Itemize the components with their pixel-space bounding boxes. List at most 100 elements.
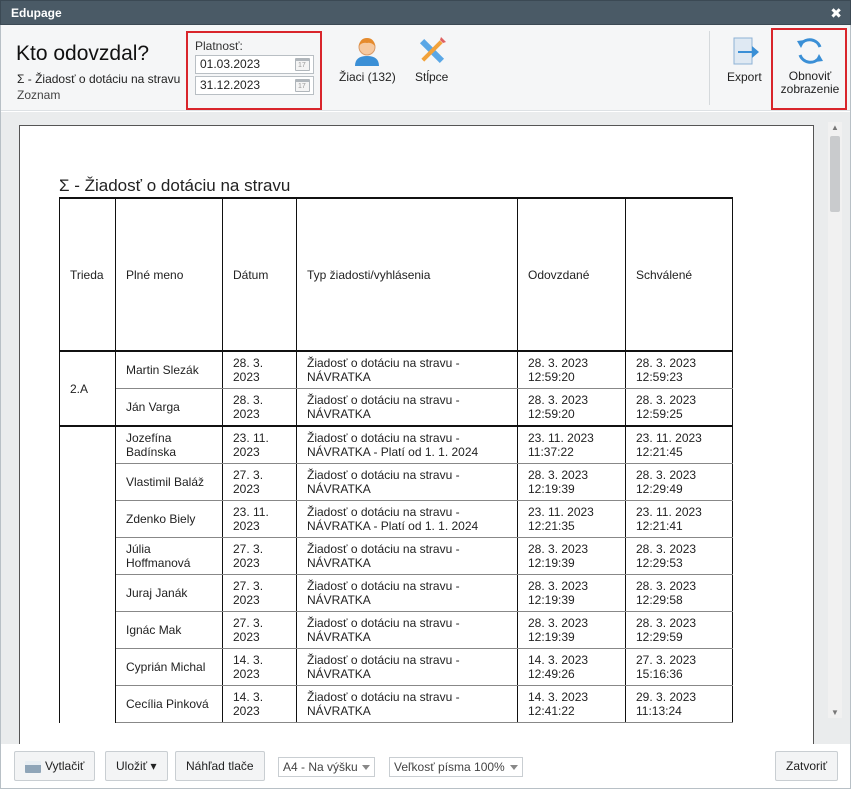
print-preview-button[interactable]: Náhľad tlače xyxy=(175,751,265,781)
cell-name: Jozefína Badínska xyxy=(115,425,223,464)
cell-date-line: 23. 11. xyxy=(233,505,269,519)
students-button[interactable]: Žiaci (132) xyxy=(339,35,396,84)
cell-type-line: NÁVRATKA xyxy=(307,667,371,681)
cell-type: Žiadosť o dotáciu na stravu - NÁVRATKA xyxy=(296,388,518,427)
cell-date: 27. 3. 2023 xyxy=(222,463,297,501)
paper-format-select[interactable]: A4 - Na výšku xyxy=(278,757,375,777)
cell-type-line: Žiadosť o dotáciu na stravu - xyxy=(307,393,460,407)
cell-approved-line: 15:16:36 xyxy=(636,667,683,681)
refresh-button-inner[interactable]: Obnoviť zobrazenie xyxy=(780,35,840,96)
table-row: Cecília Pinková 14. 3. 2023 Žiadosť o dotác… xyxy=(60,685,733,723)
save-button[interactable]: Uložiť ▾ xyxy=(105,751,168,781)
cell-submitted: 28. 3. 2023 12:59:20 xyxy=(517,350,626,389)
cell-name: Ján Varga xyxy=(115,388,223,427)
cell-name: Martin Slezák xyxy=(115,350,223,389)
cell-date-line: 2023 xyxy=(233,482,260,496)
cell-approved: 28. 3. 2023 12:29:53 xyxy=(625,537,733,575)
close-button[interactable]: Zatvoriť xyxy=(775,751,839,781)
cell-type-line: Žiadosť o dotáciu na stravu - xyxy=(307,653,460,667)
scrollbar-thumb[interactable] xyxy=(830,136,840,212)
cell-approved-line: 29. 3. 2023 xyxy=(636,690,697,704)
cell-date-line: 27. 3. xyxy=(233,579,264,593)
cell-type: Žiadosť o dotáciu na stravu - NÁVRATKA - … xyxy=(296,425,518,464)
cell-type-line: Žiadosť o dotáciu na stravu - xyxy=(307,690,460,704)
cell-date: 14. 3. 2023 xyxy=(222,685,297,723)
cell-date-line: 27. 3. xyxy=(233,542,264,556)
date-from-value: 01.03.2023 xyxy=(200,57,261,71)
cell-submitted-line: 23. 11. 2023 xyxy=(528,431,594,445)
toolbar: Kto odovzdal? Σ - Žiadosť o dotáciu na s… xyxy=(1,25,850,111)
date-from-field[interactable]: 01.03.2023 xyxy=(195,55,314,74)
columns-button[interactable]: Stĺpce xyxy=(415,35,448,84)
cell-type-line: NÁVRATKA - Platí od 1. 1. 2024 xyxy=(307,445,479,459)
scroll-up-icon[interactable]: ▲ xyxy=(831,123,839,132)
cell-submitted-line: 28. 3. 2023 xyxy=(528,542,589,556)
cell-date-line: 2023 xyxy=(233,407,260,421)
cell-type-line: NÁVRATKA xyxy=(307,370,371,384)
column-header-name: Plné meno xyxy=(115,197,223,352)
cell-type-line: Žiadosť o dotáciu na stravu - xyxy=(307,616,460,630)
cell-date: 28. 3. 2023 xyxy=(222,388,297,427)
cell-approved-line: 12:21:41 xyxy=(636,519,683,533)
refresh-button[interactable]: Obnoviť zobrazenie xyxy=(771,28,847,110)
table-row: Ján Varga 28. 3. 2023 Žiadosť o dotáciu na … xyxy=(60,388,733,427)
font-size-select[interactable]: Veľkosť písma 100% xyxy=(389,757,523,777)
cell-type-line: NÁVRATKA xyxy=(307,630,371,644)
cell-name-line: Hoffmanová xyxy=(126,556,191,570)
paper-format-value: A4 - Na výšku xyxy=(283,760,358,774)
scroll-down-icon[interactable]: ▼ xyxy=(831,708,839,717)
vertical-scrollbar[interactable]: ▲ ▼ xyxy=(828,122,842,718)
cell-type-line: NÁVRATKA - Platí od 1. 1. 2024 xyxy=(307,519,479,533)
chevron-down-icon xyxy=(362,765,370,770)
user-icon xyxy=(351,35,383,67)
table-row: Cyprián Michal 14. 3. 2023 Žiadosť o dotáci… xyxy=(60,648,733,686)
cell-date: 23. 11. 2023 xyxy=(222,425,297,464)
validity-label: Platnosť: xyxy=(195,39,243,53)
column-header-type: Typ žiadosti/vyhlásenia xyxy=(296,197,518,352)
cell-submitted: 23. 11. 2023 12:21:35 xyxy=(517,500,626,538)
cell-approved: 28. 3. 2023 12:29:58 xyxy=(625,574,733,612)
cell-submitted-line: 12:19:39 xyxy=(528,556,575,570)
cell-date-line: 28. 3. xyxy=(233,393,264,407)
font-size-value: Veľkosť písma 100% xyxy=(394,760,505,774)
cell-submitted-line: 28. 3. 2023 xyxy=(528,616,589,630)
cell-approved: 28. 3. 2023 12:59:23 xyxy=(625,350,733,389)
column-header-class: Trieda xyxy=(59,197,116,352)
date-to-field[interactable]: 31.12.2023 xyxy=(195,76,314,95)
cell-approved-line: 12:29:49 xyxy=(636,482,683,496)
export-icon xyxy=(728,35,760,67)
cell-submitted-line: 28. 3. 2023 xyxy=(528,393,589,407)
cell-type: Žiadosť o dotáciu na stravu - NÁVRATKA - … xyxy=(296,500,518,538)
date-to-value: 31.12.2023 xyxy=(200,78,261,92)
students-label: Žiaci (132) xyxy=(339,70,396,84)
cell-submitted-line: 14. 3. 2023 xyxy=(528,690,589,704)
cell-date-line: 14. 3. xyxy=(233,690,264,704)
pencil-ruler-icon xyxy=(416,35,448,67)
cell-date-line: 14. 3. xyxy=(233,653,264,667)
table-row: Jozefína Badínska 23. 11. 2023 Žiadosť o dot… xyxy=(59,425,733,723)
cell-date-line: 23. 11. xyxy=(233,431,269,445)
table-row: Júlia Hoffmanová 27. 3. 2023 Žiadosť o dotác… xyxy=(60,537,733,575)
close-icon[interactable]: ✖ xyxy=(830,5,842,21)
table-row: Juraj Janák 27. 3. 2023 Žiadosť o dotáciu n… xyxy=(60,574,733,612)
cell-submitted-line: 14. 3. 2023 xyxy=(528,653,589,667)
calendar-icon[interactable] xyxy=(295,58,310,71)
cell-approved-line: 28. 3. 2023 xyxy=(636,356,697,370)
export-label: Export xyxy=(727,70,762,84)
cell-type-line: NÁVRATKA xyxy=(307,482,371,496)
cell-class: 2.A xyxy=(59,350,116,426)
export-button[interactable]: Export xyxy=(727,35,762,84)
calendar-icon[interactable] xyxy=(295,79,310,92)
cell-submitted: 28. 3. 2023 12:19:39 xyxy=(517,611,626,649)
cell-submitted-line: 12:19:39 xyxy=(528,482,575,496)
print-button[interactable]: Vytlačiť xyxy=(14,751,96,781)
cell-submitted-line: 12:41:22 xyxy=(528,704,575,718)
footer-bar: Vytlačiť Uložiť ▾ Náhľad tlače A4 - Na v… xyxy=(1,744,850,788)
cell-name: Ignác Mak xyxy=(115,611,223,649)
cell-date-line: 2023 xyxy=(233,704,260,718)
report-preview[interactable]: Σ - Žiadosť o dotáciu na stravu Trieda P… xyxy=(1,112,850,744)
cell-approved-line: 12:21:45 xyxy=(636,445,683,459)
cell-type: Žiadosť o dotáciu na stravu - NÁVRATKA xyxy=(296,574,518,612)
cell-date: 27. 3. 2023 xyxy=(222,574,297,612)
cell-class xyxy=(59,425,116,723)
